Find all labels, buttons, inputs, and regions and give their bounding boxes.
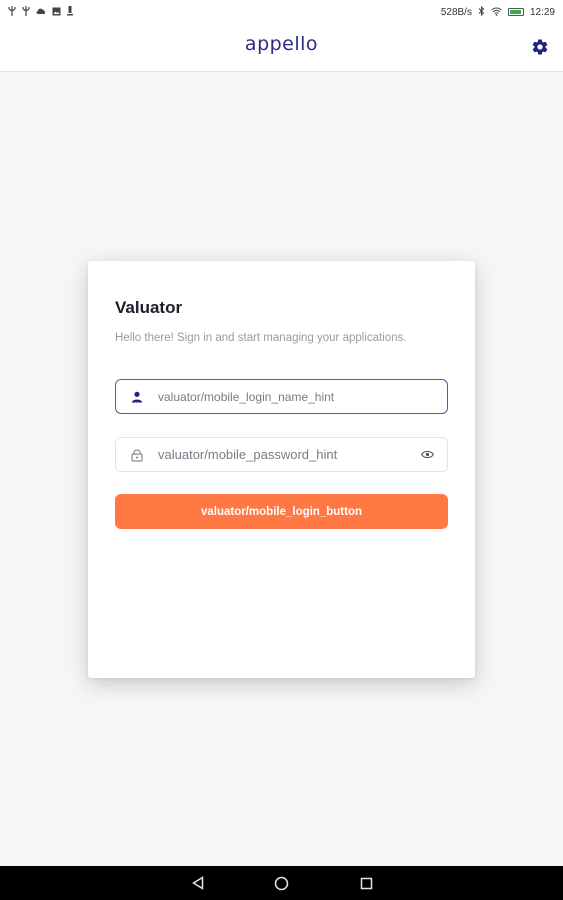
system-nav-bar [0,866,563,900]
person-icon [130,390,144,404]
home-icon[interactable] [272,874,290,892]
usb-icon [22,6,30,18]
recents-icon[interactable] [357,874,375,892]
battery-level [509,10,522,14]
status-right-icons: 528B/s 12:29 [440,5,555,18]
username-input[interactable] [158,380,447,413]
gear-icon [532,39,548,55]
image-icon [52,7,61,18]
login-card: Valuator Hello there! Sign in and start … [88,261,475,678]
battery-icon [507,8,524,16]
settings-button[interactable] [527,34,553,60]
status-left-icons [8,6,73,18]
app-root: 528B/s 12:29 appello Valuator Hello ther… [0,0,563,900]
username-field[interactable] [115,379,448,414]
bluetooth-icon [478,5,485,18]
status-time: 12:29 [529,6,555,18]
login-title: Valuator [115,298,183,317]
password-field[interactable] [115,437,448,472]
status-bar: 528B/s 12:29 [0,0,563,24]
login-subtitle: Hello there! Sign in and start managing … [115,332,407,344]
eye-icon[interactable] [419,447,435,463]
password-input[interactable] [158,438,419,471]
login-button[interactable]: valuator/mobile_login_button [115,494,448,529]
app-bar: appello [0,24,563,72]
lock-icon [130,448,144,462]
wifi-icon [491,7,502,18]
back-icon[interactable] [189,874,207,892]
app-logo: appello [244,33,319,55]
cloud-icon [36,7,46,17]
download-icon [67,6,73,18]
usb-icon [8,6,16,18]
net-speed: 528B/s [440,6,472,18]
